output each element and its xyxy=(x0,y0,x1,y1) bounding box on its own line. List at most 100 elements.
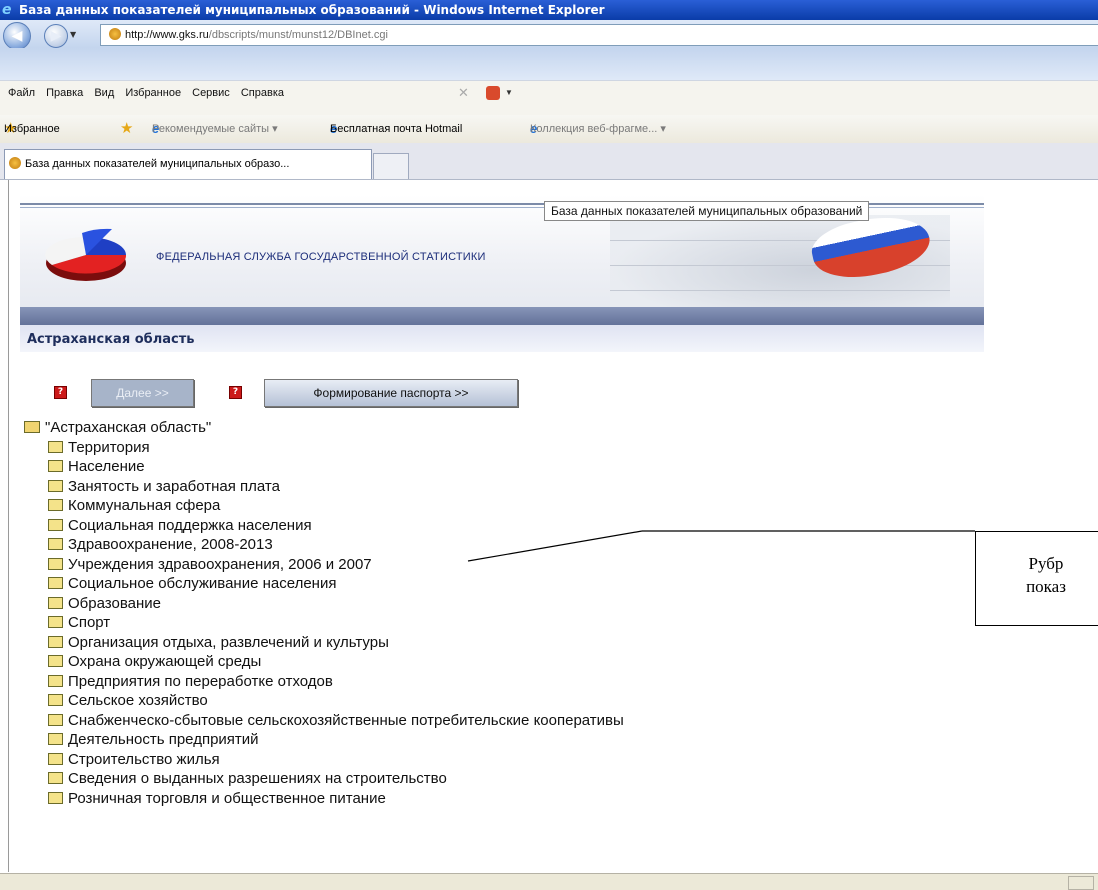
ie-logo-icon: e xyxy=(2,2,12,18)
tree-item[interactable]: Социальное обслуживание населения xyxy=(24,574,624,594)
tab-bar: База данных показателей муниципальных об… xyxy=(0,143,1098,180)
tree-item[interactable]: Спорт xyxy=(24,613,624,633)
address-host: http://www.gks.ru xyxy=(125,29,209,41)
menu-favorites[interactable]: Избранное xyxy=(125,87,181,99)
tree-item[interactable]: Строительство жилья xyxy=(24,750,624,770)
menu-view[interactable]: Вид xyxy=(94,87,114,99)
folder-icon xyxy=(48,674,63,687)
region-title: Астраханская область xyxy=(27,332,195,347)
pie-chart-logo-icon xyxy=(45,228,127,281)
tree-item-label: Снабженческо-сбытовые сельскохозяйственн… xyxy=(68,711,624,729)
tree-root[interactable]: "Астраханская область" xyxy=(24,418,624,438)
address-bar[interactable]: http://www.gks.ru/dbscripts/munst/munst1… xyxy=(100,24,1098,46)
menu-edit[interactable]: Правка xyxy=(46,87,83,99)
passport-button[interactable]: Формирование паспорта >> xyxy=(264,379,518,407)
tree-item-label: Территория xyxy=(68,438,150,456)
tree-item[interactable]: Сведения о выданных разрешениях на строи… xyxy=(24,769,624,789)
folder-icon xyxy=(48,772,63,784)
tree-item-label: Сельское хозяйство xyxy=(68,692,208,709)
page-left-edge xyxy=(0,180,9,872)
tree-item-label: Сведения о выданных разрешениях на строи… xyxy=(68,770,447,787)
window-title-bar: e База данных показателей муниципальных о… xyxy=(0,0,1098,20)
folder-icon xyxy=(48,460,63,472)
menu-tools[interactable]: Сервис xyxy=(192,87,230,99)
menu-spacer xyxy=(0,104,1098,115)
site-favicon-icon xyxy=(109,28,121,40)
addon-dropdown-icon[interactable]: ▼ xyxy=(505,81,513,105)
tree-item[interactable]: Территория xyxy=(24,438,624,458)
tree-item-label: Занятость и заработная плата xyxy=(68,477,280,495)
tree-item-label: Коммунальная сфера xyxy=(68,497,221,514)
new-tab-button[interactable] xyxy=(373,153,409,179)
folder-icon xyxy=(48,440,63,453)
folder-icon xyxy=(48,499,63,511)
tree-item[interactable]: Занятость и заработная плата xyxy=(24,477,624,497)
site-favicon-icon xyxy=(9,157,21,169)
status-pane xyxy=(1068,876,1094,890)
globe-line xyxy=(610,290,950,291)
folder-icon xyxy=(48,713,63,726)
site-banner: ФЕДЕРАЛЬНАЯ СЛУЖБА ГОСУДАРСТВЕННОЙ СТАТИ… xyxy=(20,195,984,352)
menu-bar: Файл Правка Вид Избранное Сервис Справка… xyxy=(0,80,1098,105)
database-title: База данных показателей муниципальных об… xyxy=(544,201,870,221)
toolbar-addon-icon[interactable] xyxy=(486,86,500,100)
tree-item[interactable]: Розничная торговля и общественное питани… xyxy=(24,789,624,809)
tree-item-label: Охрана окружающей среды xyxy=(68,653,262,670)
tree-item[interactable]: Снабженческо-сбытовые сельскохозяйственн… xyxy=(24,711,624,731)
next-button[interactable]: Далее >> xyxy=(91,379,194,407)
tree-item-label: Организация отдыха, развлечений и культу… xyxy=(68,633,389,651)
tree-item[interactable]: Организация отдыха, развлечений и культу… xyxy=(24,633,624,653)
agency-name: ФЕДЕРАЛЬНАЯ СЛУЖБА ГОСУДАРСТВЕННОЙ СТАТИ… xyxy=(156,251,486,263)
menu-help[interactable]: Справка xyxy=(241,87,284,99)
tab-title: База данных показателей муниципальных об… xyxy=(25,158,290,170)
close-icon[interactable]: ✕ xyxy=(458,81,469,105)
tree-item[interactable]: Учреждения здравоохранения, 2006 и 2007 xyxy=(24,555,624,575)
folder-icon xyxy=(48,752,63,765)
folder-icon xyxy=(48,791,63,804)
help-icon[interactable]: ? xyxy=(229,386,242,399)
annotation-callout: Рубр показ xyxy=(975,531,1098,626)
tree-item[interactable]: Сельское хозяйство xyxy=(24,691,624,711)
tree-item-label: Спорт xyxy=(68,614,111,631)
folder-icon xyxy=(48,596,63,609)
tree-item-label: Здравоохранение, 2008-2013 xyxy=(68,536,273,553)
tree-item-label: Образование xyxy=(68,594,161,612)
folder-icon xyxy=(48,538,63,550)
window-title: База данных показателей муниципальных об… xyxy=(19,3,605,17)
folder-icon xyxy=(48,479,63,492)
tree-item-label: Учреждения здравоохранения, 2006 и 2007 xyxy=(68,555,372,573)
history-dropdown-icon[interactable]: ▼ xyxy=(70,30,76,39)
address-path: /dbscripts/munst/munst12/DBInet.cgi xyxy=(208,29,388,41)
tree-item-label: Деятельность предприятий xyxy=(68,731,259,748)
folder-icon xyxy=(48,655,63,667)
tree-item[interactable]: Социальная поддержка населения xyxy=(24,516,624,536)
tab-current[interactable]: База данных показателей муниципальных об… xyxy=(4,149,372,179)
add-favorite-icon[interactable]: ★ xyxy=(120,115,133,143)
open-folder-icon xyxy=(24,421,40,433)
tree-item[interactable]: Коммунальная сфера xyxy=(24,496,624,516)
status-bar xyxy=(0,873,1098,890)
tree-item[interactable]: Здравоохранение, 2008-2013 xyxy=(24,535,624,555)
folder-icon xyxy=(48,557,63,570)
forward-button[interactable]: ▶ xyxy=(44,24,68,48)
tree-item-label: Социальная поддержка населения xyxy=(68,516,312,534)
folder-icon xyxy=(48,635,63,648)
back-button[interactable]: ◀ xyxy=(3,22,31,50)
tree-item[interactable]: Охрана окружающей среды xyxy=(24,652,624,672)
tree-item[interactable]: Образование xyxy=(24,594,624,614)
category-tree: "Астраханская область" Территория Населен… xyxy=(24,418,624,808)
tree-item-label: Строительство жилья xyxy=(68,750,220,768)
folder-icon xyxy=(48,616,63,628)
tree-item-label: Население xyxy=(68,458,145,475)
tree-item[interactable]: Предприятия по переработке отходов xyxy=(24,672,624,692)
tree-item-label: Социальное обслуживание населения xyxy=(68,575,337,592)
address-row-filler xyxy=(0,48,1098,80)
folder-icon xyxy=(48,733,63,745)
folder-icon xyxy=(48,577,63,589)
tree-item[interactable]: Население xyxy=(24,457,624,477)
help-icon[interactable]: ? xyxy=(54,386,67,399)
favorites-bar: ★ Избранное ★ e Рекомендуемые сайты ▾ e … xyxy=(0,115,1098,143)
tree-item-label: Предприятия по переработке отходов xyxy=(68,672,333,690)
tree-item[interactable]: Деятельность предприятий xyxy=(24,730,624,750)
menu-file[interactable]: Файл xyxy=(8,87,35,99)
